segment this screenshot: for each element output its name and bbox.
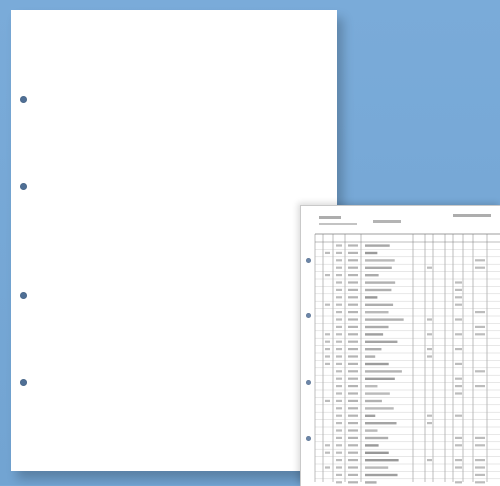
ledger-binder-hole-3 bbox=[306, 380, 311, 385]
binder-hole-1 bbox=[20, 96, 27, 103]
blank-loose-leaf-sheet bbox=[11, 10, 337, 471]
ledger-binder-hole-4 bbox=[306, 436, 311, 441]
binder-hole-3 bbox=[20, 292, 27, 299]
binder-hole-2 bbox=[20, 183, 27, 190]
ledger-binder-hole-2 bbox=[306, 313, 311, 318]
binder-hole-4 bbox=[20, 379, 27, 386]
printed-ledger-sheet bbox=[300, 205, 500, 486]
ledger-grid-illustration bbox=[314, 214, 500, 484]
ledger-binder-hole-1 bbox=[306, 258, 311, 263]
